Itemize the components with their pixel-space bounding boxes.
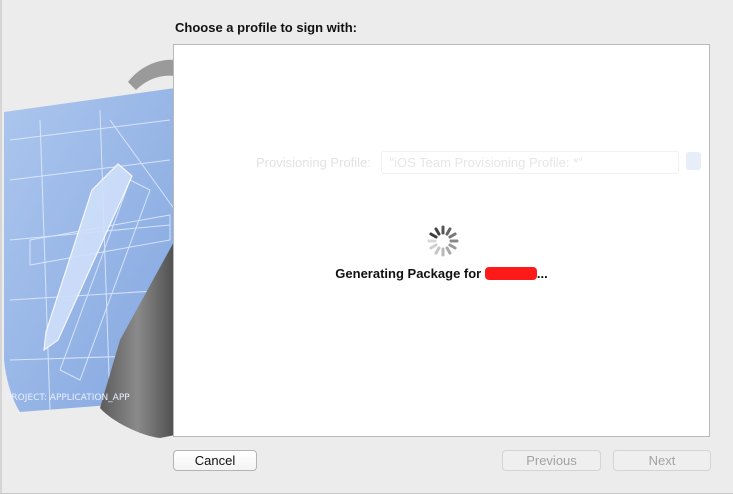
- status-prefix: Generating Package for: [335, 266, 485, 281]
- faded-popup-arrow-icon: [686, 152, 701, 170]
- faded-profile-row: Provisioning Profile: "iOS Team Provisio…: [256, 151, 679, 174]
- next-button[interactable]: Next: [613, 450, 711, 471]
- dialog-title: Choose a profile to sign with:: [175, 20, 357, 35]
- content-panel: Provisioning Profile: "iOS Team Provisio…: [173, 44, 710, 437]
- faded-profile-popup: "iOS Team Provisioning Profile: *": [380, 151, 679, 174]
- status-message: Generating Package for ...: [174, 266, 709, 281]
- status-suffix: ...: [536, 266, 548, 281]
- xcode-blueprint-icon: PROJECT: APPLICATION_APP: [4, 59, 176, 438]
- faded-profile-label: Provisioning Profile:: [256, 155, 371, 170]
- previous-button[interactable]: Previous: [502, 450, 601, 471]
- svg-text:PROJECT: APPLICATION_APP: PROJECT: APPLICATION_APP: [6, 393, 130, 403]
- redacted-app-name: [484, 267, 537, 280]
- spinner-icon: [427, 225, 459, 257]
- cancel-button[interactable]: Cancel: [173, 450, 257, 471]
- sign-profile-sheet: PROJECT: APPLICATION_APP Choose a profil…: [0, 0, 733, 494]
